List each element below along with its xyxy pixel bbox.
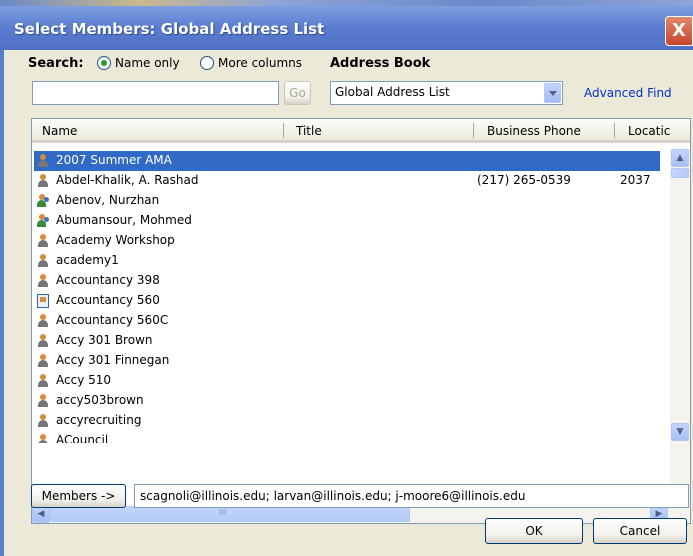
go-button[interactable]: Go xyxy=(284,81,311,105)
members-button[interactable]: Members -> xyxy=(31,484,126,508)
column-title[interactable]: Title xyxy=(296,124,322,138)
grip-icon: III xyxy=(219,508,227,517)
list-item[interactable]: academy1 xyxy=(34,251,660,271)
ok-button[interactable]: OK xyxy=(485,518,583,544)
list-item-name: accyrecruiting xyxy=(56,413,142,427)
list-item[interactable]: Accountancy 560C xyxy=(34,311,660,331)
column-divider[interactable] xyxy=(283,123,284,138)
list-item-name: Abumansour, Mohmed xyxy=(56,213,192,227)
scroll-up-icon[interactable]: ▲ xyxy=(671,149,689,167)
person-icon xyxy=(37,174,49,188)
list-item-name: Abdel-Khalik, A. Rashad xyxy=(56,173,199,187)
list-item[interactable]: Accountancy 560 xyxy=(34,291,660,311)
column-location[interactable]: Locatic xyxy=(628,124,670,138)
person-icon xyxy=(37,274,49,288)
title-bar[interactable]: Select Members: Global Address List X xyxy=(0,6,693,50)
members-field[interactable]: scagnoli@illinois.edu; larvan@illinois.e… xyxy=(134,484,689,508)
advanced-find-link[interactable]: Advanced Find xyxy=(584,86,672,100)
vertical-scrollbar[interactable]: ▲ ▼ xyxy=(670,149,690,505)
person-icon xyxy=(37,354,49,368)
search-input[interactable] xyxy=(32,81,279,105)
dialog-body: Search: Name only More columns Address B… xyxy=(4,50,693,556)
members-button-label: Members -> xyxy=(41,489,116,503)
list-item-name: 2007 Summer AMA xyxy=(56,153,172,167)
list-item-name: Abenov, Nurzhan xyxy=(56,193,160,207)
window-title: Select Members: Global Address List xyxy=(14,20,325,38)
list-item[interactable]: Accy 510 xyxy=(34,371,660,391)
list-item-location: 2037 xyxy=(620,173,651,187)
address-list: Name Title Business Phone Locatic 2007 S… xyxy=(31,118,691,524)
close-icon: X xyxy=(672,20,686,41)
person-icon xyxy=(37,374,49,388)
person-icon xyxy=(37,334,49,348)
list-item-phone: (217) 265-0539 xyxy=(477,173,571,187)
list-item-name: Accy 510 xyxy=(56,373,112,387)
person-icon xyxy=(37,254,49,268)
go-button-label: Go xyxy=(289,86,306,100)
column-header: Name Title Business Phone Locatic xyxy=(32,119,690,143)
address-book-label: Address Book xyxy=(330,56,431,71)
person-icon xyxy=(37,154,49,168)
person-icon xyxy=(37,394,49,408)
radio-unchecked-icon xyxy=(200,56,214,70)
list-rows: 2007 Summer AMA Abdel-Khalik, A. Rashad (2… xyxy=(32,149,670,443)
scroll-thumb[interactable] xyxy=(671,168,689,178)
contact-icon xyxy=(37,194,49,208)
column-divider[interactable] xyxy=(614,123,615,138)
radio-name-only[interactable]: Name only xyxy=(97,56,180,70)
radio-checked-icon xyxy=(97,56,111,70)
close-button[interactable]: X xyxy=(665,16,693,46)
horizontal-scroll-thumb[interactable]: III xyxy=(50,506,410,522)
column-divider[interactable] xyxy=(473,123,474,138)
list-item[interactable]: Abumansour, Mohmed xyxy=(34,211,660,231)
cancel-button-label: Cancel xyxy=(619,524,661,538)
list-item-name: academy1 xyxy=(56,253,119,267)
address-book-value: Global Address List xyxy=(335,85,450,99)
list-item[interactable]: Abenov, Nurzhan xyxy=(34,191,660,211)
radio-more-columns[interactable]: More columns xyxy=(200,56,302,70)
person-icon xyxy=(37,234,49,248)
radio-more-columns-label: More columns xyxy=(218,56,302,70)
list-item-name: Accy 301 Finnegan xyxy=(56,353,170,367)
list-item-name: Accountancy 560 xyxy=(56,293,160,307)
person-icon xyxy=(37,414,49,428)
list-item[interactable]: ACouncil xyxy=(34,431,660,443)
column-business-phone[interactable]: Business Phone xyxy=(487,124,581,138)
list-item-name: Accy 301 Brown xyxy=(56,333,153,347)
list-item-name: ACouncil xyxy=(56,433,109,443)
list-item[interactable]: Accy 301 Brown xyxy=(34,331,660,351)
contact-icon xyxy=(37,214,49,228)
list-item-name: Academy Workshop xyxy=(56,233,175,247)
list-item[interactable]: Accountancy 398 xyxy=(34,271,660,291)
room-icon xyxy=(37,294,49,308)
list-item-name: Accountancy 398 xyxy=(56,273,160,287)
list-item-name: Accountancy 560C xyxy=(56,313,169,327)
radio-name-only-label: Name only xyxy=(115,56,180,70)
person-icon xyxy=(37,314,49,328)
list-item[interactable]: accyrecruiting xyxy=(34,411,660,431)
person-icon xyxy=(37,434,49,443)
scroll-down-icon[interactable]: ▼ xyxy=(671,423,689,441)
list-item[interactable]: 2007 Summer AMA xyxy=(34,151,660,171)
list-item[interactable]: accy503brown xyxy=(34,391,660,411)
list-item[interactable]: Accy 301 Finnegan xyxy=(34,351,660,371)
chevron-down-icon[interactable] xyxy=(544,83,561,103)
search-label: Search: xyxy=(28,56,84,71)
ok-button-label: OK xyxy=(525,524,543,538)
list-item[interactable]: Academy Workshop xyxy=(34,231,660,251)
list-item[interactable]: Abdel-Khalik, A. Rashad (217) 265-0539 203… xyxy=(34,171,660,191)
address-book-select[interactable]: Global Address List xyxy=(330,81,563,105)
cancel-button[interactable]: Cancel xyxy=(593,518,687,544)
column-name[interactable]: Name xyxy=(42,124,77,138)
list-item-name: accy503brown xyxy=(56,393,144,407)
